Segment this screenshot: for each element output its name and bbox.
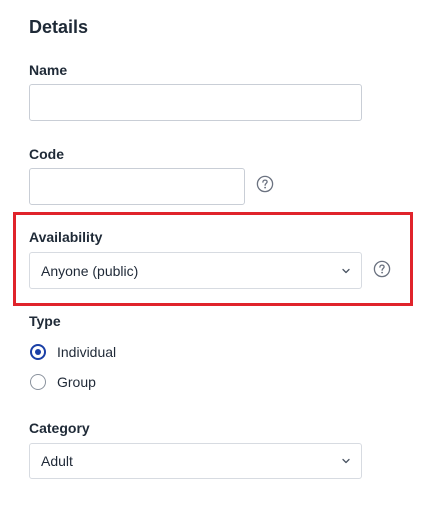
category-select[interactable]: Adult — [29, 443, 362, 479]
section-title: Details — [29, 17, 89, 37]
radio-unchecked-icon[interactable] — [30, 374, 46, 390]
code-help-icon[interactable] — [256, 175, 274, 193]
type-option-label: Individual — [57, 344, 117, 360]
type-option-group[interactable]: Group — [30, 374, 96, 390]
radio-checked-icon[interactable] — [30, 344, 46, 360]
code-label: Code — [29, 146, 64, 162]
type-option-label: Group — [57, 374, 96, 390]
category-label: Category — [29, 420, 90, 436]
chevron-down-icon — [341, 456, 351, 466]
code-input[interactable] — [29, 168, 245, 205]
availability-help-icon[interactable] — [373, 260, 391, 278]
availability-selected-value: Anyone (public) — [41, 262, 139, 279]
name-input[interactable] — [29, 84, 362, 121]
category-selected-value: Adult — [41, 453, 73, 469]
type-label: Type — [29, 313, 61, 329]
availability-select[interactable]: Anyone (public) — [29, 252, 362, 289]
availability-label: Availability — [29, 229, 103, 245]
name-label: Name — [29, 62, 68, 78]
chevron-down-icon — [341, 266, 351, 276]
type-option-individual[interactable]: Individual — [30, 344, 116, 360]
